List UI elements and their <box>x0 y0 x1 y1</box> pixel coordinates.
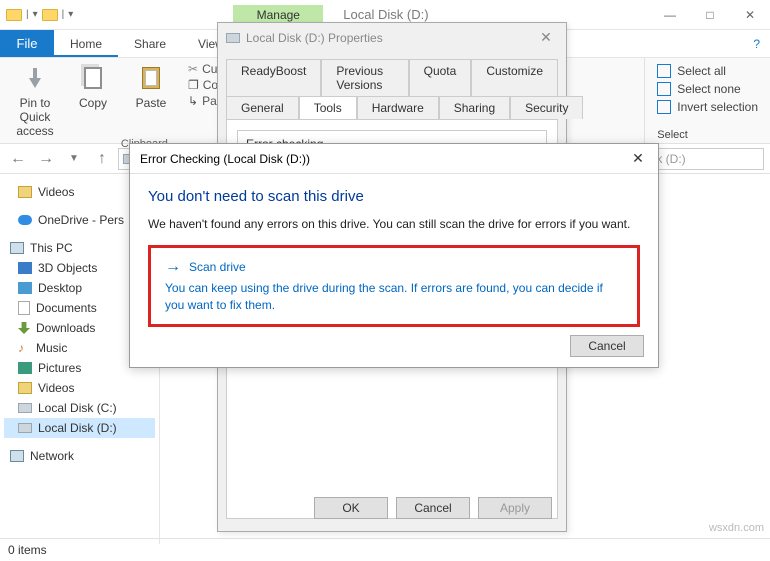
selectnone-icon <box>657 82 671 96</box>
up-button[interactable]: ↑ <box>90 150 114 168</box>
paste-button[interactable]: Paste <box>126 62 176 138</box>
status-items: 0 items <box>8 543 47 557</box>
video-icon-2 <box>18 382 32 394</box>
file-tab[interactable]: File <box>0 30 54 57</box>
select-all-button[interactable]: Select all <box>657 64 758 78</box>
pc-icon <box>10 242 24 254</box>
home-tab[interactable]: Home <box>54 30 118 57</box>
download-icon <box>18 322 30 334</box>
copypath-icon: ❐ <box>188 78 199 92</box>
error-checking-dialog: Error Checking (Local Disk (D:)) ✕ You d… <box>129 143 659 368</box>
tree-disk-d[interactable]: Local Disk (D:) <box>4 418 155 438</box>
help-button[interactable]: ? <box>753 30 760 57</box>
drive-d-icon <box>18 423 32 433</box>
video-icon <box>18 186 32 198</box>
selectall-icon <box>657 64 671 78</box>
drive-c-icon <box>18 403 32 413</box>
onedrive-icon <box>18 215 32 225</box>
scan-drive-description: You can keep using the drive during the … <box>165 280 623 314</box>
invert-selection-button[interactable]: Invert selection <box>657 100 758 114</box>
minimize-button[interactable]: — <box>650 0 690 30</box>
error-checking-heading: You don't need to scan this drive <box>148 188 640 205</box>
picture-icon <box>18 362 32 374</box>
status-bar: 0 items <box>0 538 770 560</box>
tab-previous-versions[interactable]: Previous Versions <box>321 59 408 96</box>
qat-divider-1: | <box>26 9 29 20</box>
properties-title: Local Disk (D:) Properties <box>246 31 383 45</box>
network-icon <box>10 450 24 462</box>
error-checking-title: Error Checking (Local Disk (D:)) <box>140 152 310 166</box>
tab-readyboost[interactable]: ReadyBoost <box>226 59 321 96</box>
folder-icon-2 <box>42 9 58 21</box>
history-dropdown[interactable]: ▼ <box>62 153 86 164</box>
drive-icon-props <box>226 33 240 43</box>
tree-disk-c[interactable]: Local Disk (C:) <box>4 398 155 418</box>
scan-drive-option[interactable]: → Scan drive You can keep using the driv… <box>148 245 640 327</box>
tree-network[interactable]: Network <box>4 446 155 466</box>
tab-quota[interactable]: Quota <box>409 59 472 96</box>
qat-chev-1[interactable]: ▾ <box>33 9 38 20</box>
tab-hardware[interactable]: Hardware <box>357 96 439 119</box>
maximize-button[interactable]: □ <box>690 0 730 30</box>
scan-drive-label: Scan drive <box>189 260 246 274</box>
tab-sharing[interactable]: Sharing <box>439 96 510 119</box>
folder-icon <box>6 9 22 21</box>
cube-icon <box>18 262 32 274</box>
error-checking-message: We haven't found any errors on this driv… <box>148 217 640 231</box>
tab-security[interactable]: Security <box>510 96 583 119</box>
forward-button[interactable]: → <box>34 150 58 168</box>
tree-videos-2[interactable]: Videos <box>4 378 155 398</box>
quick-access-toolbar: | ▾ | ▾ <box>0 9 73 21</box>
properties-apply-button[interactable]: Apply <box>478 497 552 519</box>
arrow-right-icon: → <box>165 258 181 276</box>
tab-customize[interactable]: Customize <box>471 59 558 96</box>
desktop-icon <box>18 282 32 294</box>
back-button[interactable]: ← <box>6 150 30 168</box>
watermark: wsxdn.com <box>709 522 764 534</box>
invert-icon <box>657 100 671 114</box>
select-none-button[interactable]: Select none <box>657 82 758 96</box>
share-tab[interactable]: Share <box>118 30 182 57</box>
music-icon: ♪ <box>18 341 30 355</box>
copy-icon <box>84 67 102 89</box>
tab-tools[interactable]: Tools <box>299 96 357 119</box>
pin-to-quick-access-button[interactable]: Pin to Quick access <box>10 62 60 138</box>
document-icon <box>18 301 30 315</box>
paste-icon <box>142 67 160 89</box>
error-checking-close-button[interactable]: ✕ <box>618 150 658 167</box>
pasteshortcut-icon: ↳ <box>188 94 198 108</box>
pin-icon <box>25 68 45 88</box>
select-group-label: Select <box>657 129 758 141</box>
window-title: Local Disk (D:) <box>343 7 428 22</box>
qat-chev-2[interactable]: ▾ <box>68 9 73 20</box>
error-checking-cancel-button[interactable]: Cancel <box>570 335 644 357</box>
cut-icon: ✂ <box>188 62 198 76</box>
qat-divider-2: | <box>62 9 65 20</box>
properties-cancel-button[interactable]: Cancel <box>396 497 470 519</box>
tab-general[interactable]: General <box>226 96 299 119</box>
properties-close-button[interactable]: ✕ <box>526 29 566 46</box>
copy-button[interactable]: Copy <box>68 62 118 138</box>
close-button[interactable]: ✕ <box>730 0 770 30</box>
properties-ok-button[interactable]: OK <box>314 497 388 519</box>
